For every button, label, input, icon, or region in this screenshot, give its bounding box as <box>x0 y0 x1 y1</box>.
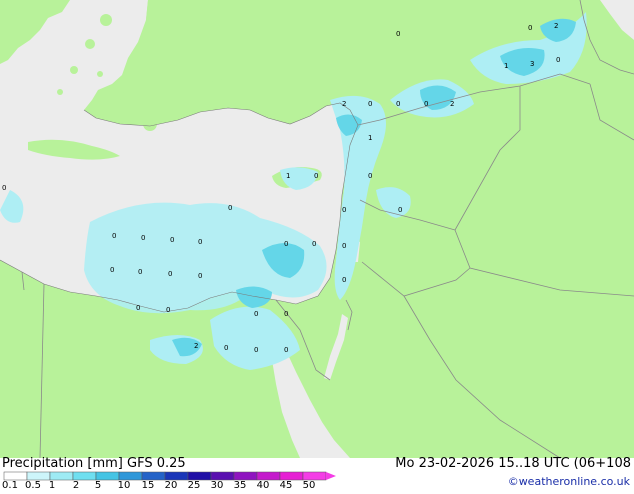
precip-value: 0 <box>198 238 202 246</box>
precip-value: 0 <box>284 346 288 354</box>
scale-swatch <box>26 471 51 481</box>
credit-link[interactable]: ©weatheronline.co.uk <box>508 475 630 488</box>
precip-value: 0 <box>396 30 400 38</box>
precip-value: 0 <box>138 268 142 276</box>
valid-time: Mo 23-02-2026 15..18 UTC (06+108 <box>395 456 631 471</box>
precipitation-map: 0 2 0 1 3 0 2 0 0 0 2 1 0 1 0 0 0 0 0 0 … <box>0 0 634 491</box>
scale-label: 35 <box>233 480 247 491</box>
precip-value: 0 <box>254 310 258 318</box>
precip-value: 0 <box>342 206 346 214</box>
precip-value: 0 <box>528 24 532 32</box>
precip-value: 0 <box>141 234 145 242</box>
precip-value: 2 <box>554 22 558 30</box>
scale-label: 30 <box>210 480 224 491</box>
scale-swatch <box>141 471 166 481</box>
precip-value: 1 <box>368 134 372 142</box>
precip-value: 0 <box>166 306 170 314</box>
precip-value: 0 <box>112 232 116 240</box>
scale-swatch <box>279 471 304 481</box>
precip-value: 0 <box>198 272 202 280</box>
precip-value: 0 <box>556 56 560 64</box>
precip-value: 0 <box>312 240 316 248</box>
precip-value: 0 <box>136 304 140 312</box>
color-scale-bar <box>3 471 336 481</box>
precip-value: 0 <box>110 266 114 274</box>
scale-swatch <box>164 471 189 481</box>
scale-label: 0.1 <box>2 480 18 491</box>
scale-label: 10 <box>117 480 131 491</box>
scale-swatch <box>210 471 235 481</box>
precip-value: 0 <box>2 184 6 192</box>
scale-label: 0.5 <box>25 480 41 491</box>
scale-label: 50 <box>302 480 316 491</box>
scale-swatch <box>95 471 120 481</box>
scale-swatch <box>3 471 28 481</box>
scale-label: 40 <box>256 480 270 491</box>
precip-value: 0 <box>368 100 372 108</box>
precip-value: 1 <box>504 62 508 70</box>
precip-value: 0 <box>396 100 400 108</box>
precip-value: 0 <box>228 204 232 212</box>
map-title: Precipitation [mm] GFS 0.25 <box>2 456 186 471</box>
scale-swatch <box>72 471 97 481</box>
precip-value: 0 <box>254 346 258 354</box>
precip-value: 0 <box>168 270 172 278</box>
precip-value: 0 <box>342 242 346 250</box>
scale-label: 2 <box>72 480 80 491</box>
scale-swatch <box>187 471 212 481</box>
precip-value: 0 <box>424 100 428 108</box>
scale-swatch <box>49 471 74 481</box>
precip-value: 0 <box>368 172 372 180</box>
scale-label: 20 <box>164 480 178 491</box>
precip-value: 0 <box>314 172 318 180</box>
precip-value: 0 <box>224 344 228 352</box>
precip-value: 0 <box>284 310 288 318</box>
precip-value: 2 <box>342 100 346 108</box>
scale-swatch <box>302 471 327 481</box>
scale-label: 15 <box>141 480 155 491</box>
scale-label: 1 <box>48 480 56 491</box>
precip-value: 2 <box>450 100 454 108</box>
precip-value: 0 <box>284 240 288 248</box>
scale-label: 5 <box>94 480 102 491</box>
precip-value: 2 <box>194 342 198 350</box>
scale-swatch <box>233 471 258 481</box>
precip-value: 0 <box>342 276 346 284</box>
scale-label: 25 <box>187 480 201 491</box>
precip-value: 0 <box>170 236 174 244</box>
precip-value: 1 <box>286 172 290 180</box>
precip-value: 3 <box>530 60 534 68</box>
precip-value: 0 <box>398 206 402 214</box>
scale-label: 45 <box>279 480 293 491</box>
scale-swatch <box>256 471 281 481</box>
scale-swatch <box>118 471 143 481</box>
